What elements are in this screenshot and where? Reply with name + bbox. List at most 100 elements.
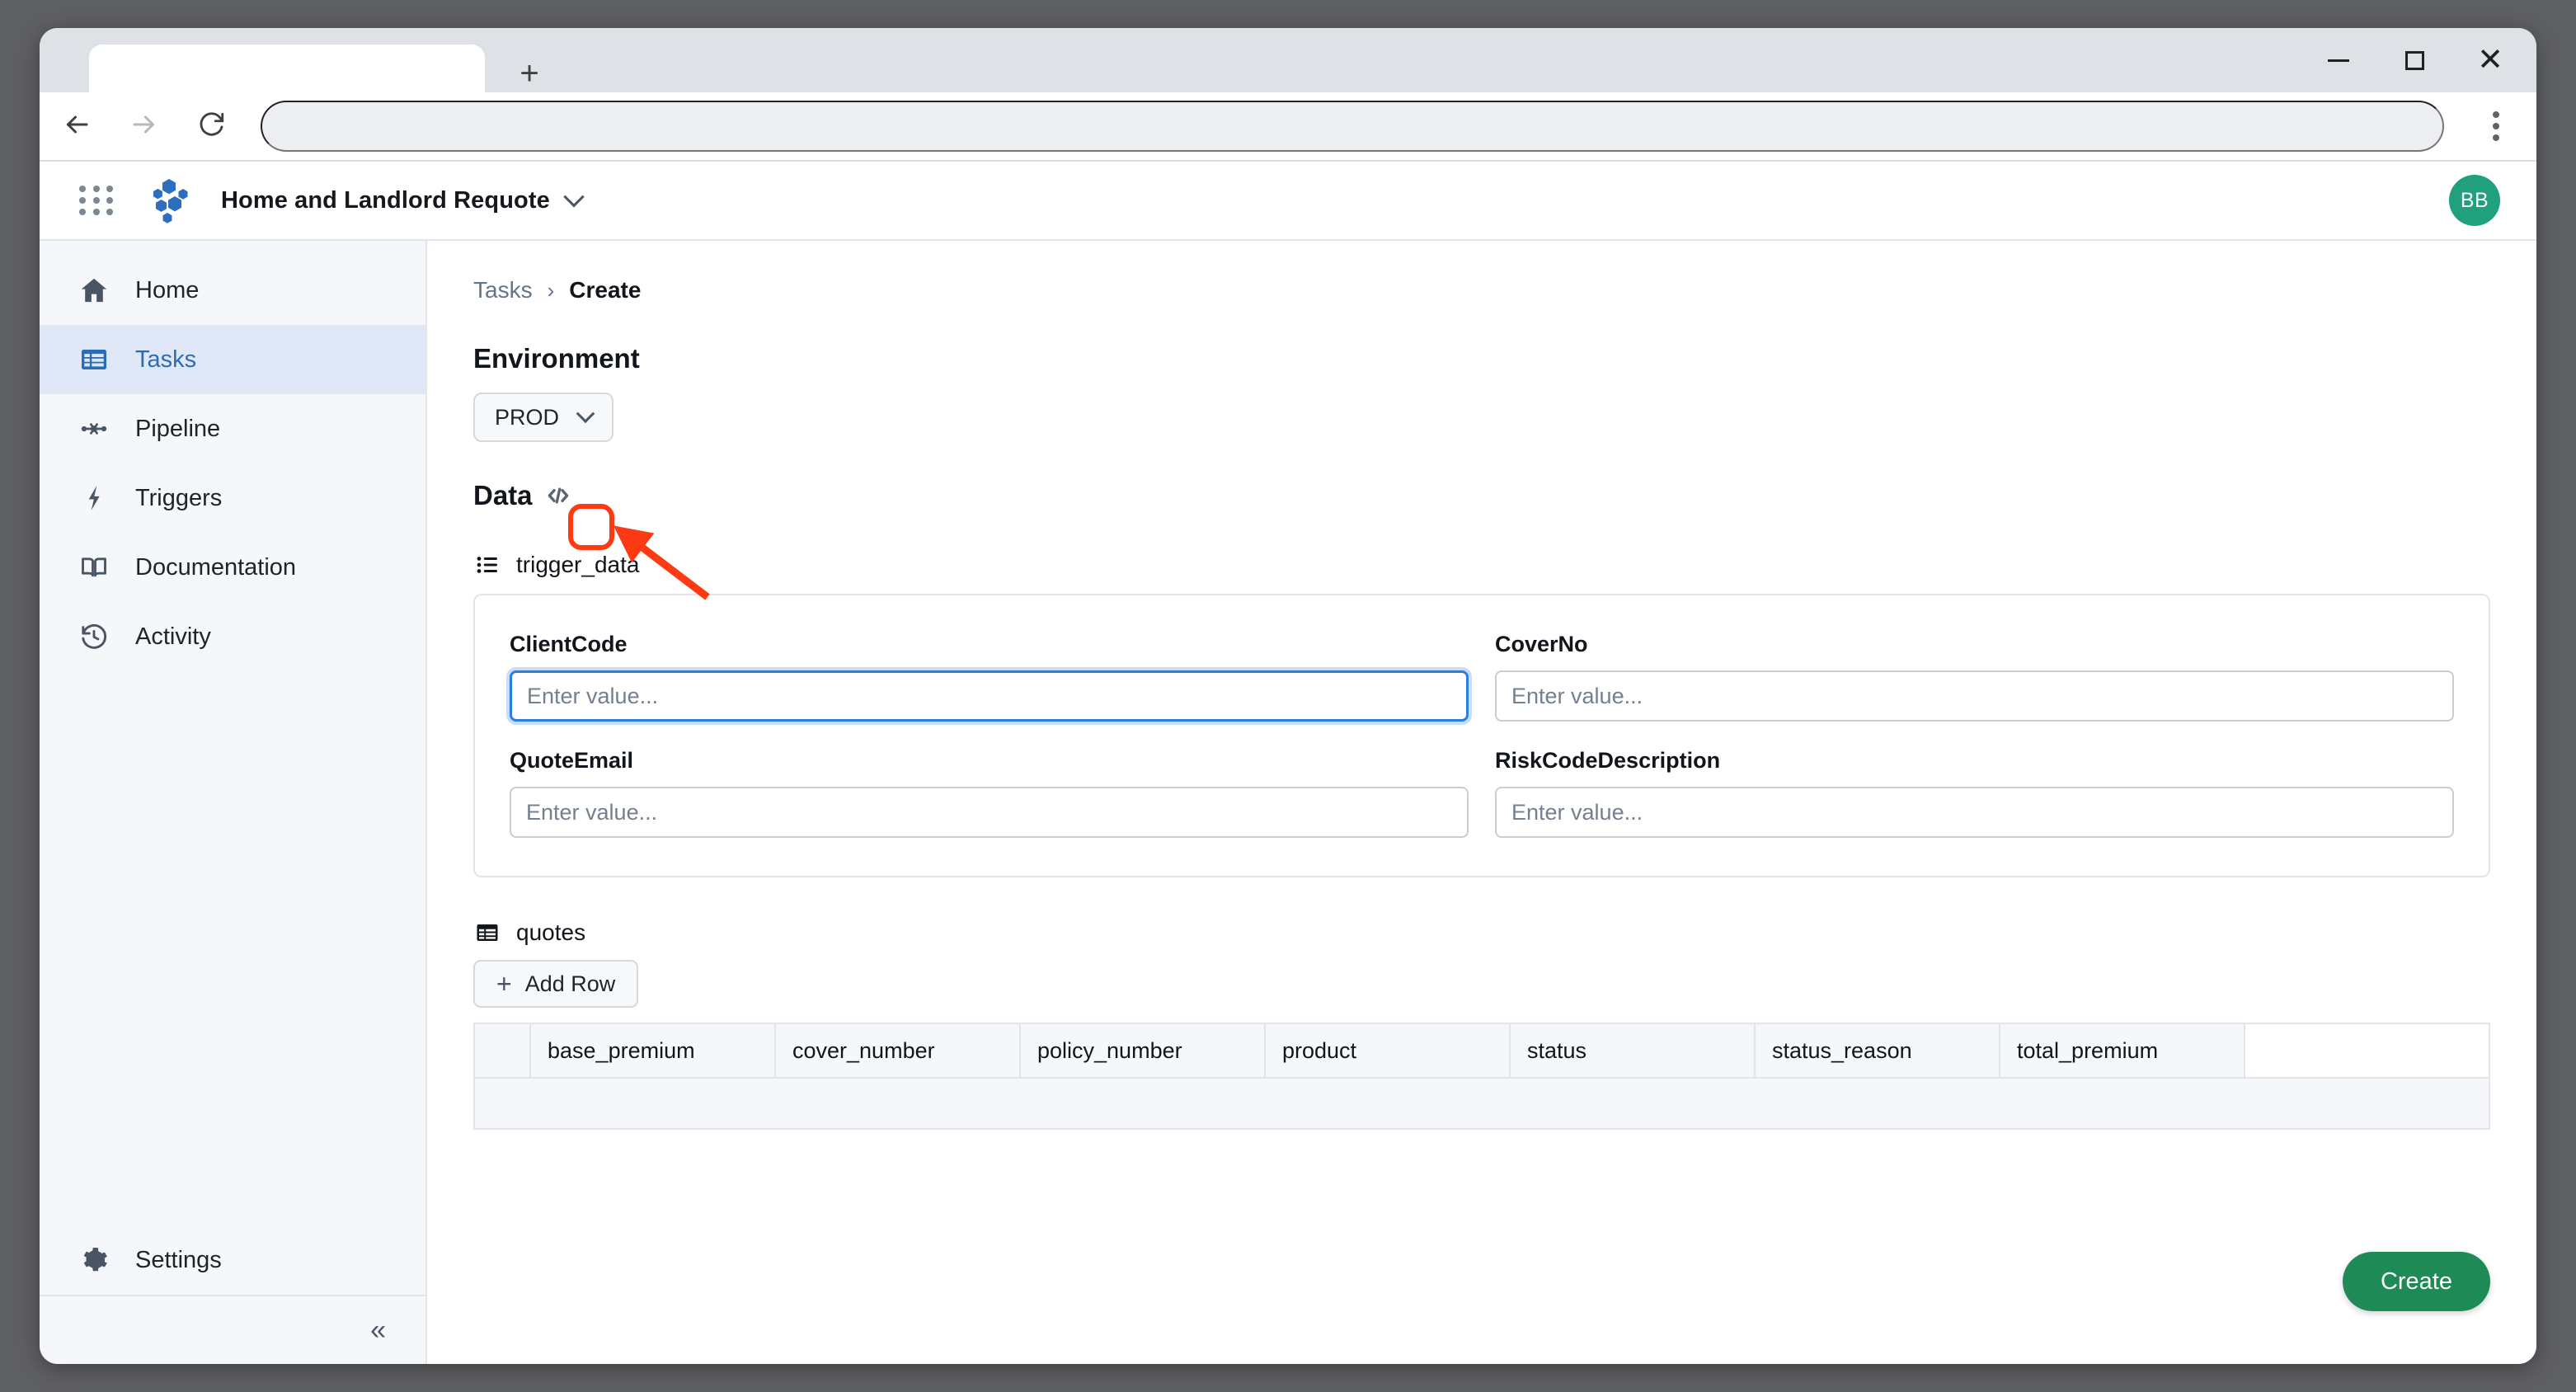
sidebar-item-label: Documentation xyxy=(135,554,296,581)
sidebar-item-label: Tasks xyxy=(135,346,196,374)
url-input[interactable] xyxy=(261,101,2444,152)
sidebar-item-tasks[interactable]: Tasks xyxy=(40,325,425,394)
workspace-name: Home and Landlord Requote xyxy=(221,187,550,214)
environment-dropdown[interactable]: PROD xyxy=(473,393,613,442)
kebab-menu-icon xyxy=(2493,111,2499,141)
history-clock-icon xyxy=(78,620,110,653)
trigger-data-field-grid: ClientCode CoverNo QuoteEmail Ri xyxy=(510,632,2454,838)
book-icon xyxy=(78,551,110,584)
avatar[interactable]: BB xyxy=(2449,175,2500,226)
browser-window: + ✕ xyxy=(40,28,2536,1364)
environment-selected-value: PROD xyxy=(495,405,559,430)
sidebar-item-label: Pipeline xyxy=(135,416,220,443)
sidebar-item-label: Home xyxy=(135,277,199,304)
add-row-label: Add Row xyxy=(525,971,616,997)
clientcode-input[interactable] xyxy=(510,670,1469,722)
list-icon xyxy=(473,551,501,579)
coverno-input[interactable] xyxy=(1495,670,2454,722)
row-control-header xyxy=(474,1023,530,1078)
add-row-button[interactable]: + Add Row xyxy=(473,960,638,1008)
field-label: CoverNo xyxy=(1495,632,2454,657)
sidebar-item-pipeline[interactable]: Pipeline xyxy=(40,394,425,463)
sidebar-item-label: Settings xyxy=(135,1247,222,1274)
hexagon-cluster-logo xyxy=(147,177,193,223)
lightning-bolt-icon xyxy=(78,482,110,515)
chevron-double-left-icon[interactable]: « xyxy=(370,1316,386,1344)
browser-menu-button[interactable] xyxy=(2464,96,2528,157)
sidebar: Home xyxy=(40,241,427,1364)
close-icon: ✕ xyxy=(2477,45,2503,76)
field-label: QuoteEmail xyxy=(510,748,1469,774)
maximize-icon xyxy=(2405,51,2424,70)
forward-button[interactable] xyxy=(114,96,175,157)
quotes-table-head: base_premium cover_number policy_number … xyxy=(474,1023,2489,1078)
apps-grid-icon[interactable] xyxy=(79,182,115,219)
workspace-switcher[interactable]: Home and Landlord Requote xyxy=(221,187,581,214)
browser-tabstrip: + ✕ xyxy=(40,28,2536,92)
column-header-filler xyxy=(2245,1023,2489,1078)
column-header-base-premium[interactable]: base_premium xyxy=(530,1023,775,1078)
back-button[interactable] xyxy=(46,96,107,157)
reload-icon xyxy=(198,111,226,143)
chevron-down-icon xyxy=(563,186,584,207)
plus-icon: + xyxy=(496,971,512,997)
sidebar-nav: Home xyxy=(40,241,425,671)
window-minimize-button[interactable] xyxy=(2301,28,2376,92)
avatar-initials: BB xyxy=(2461,189,2489,213)
app-body: Home xyxy=(40,241,2536,1364)
sidebar-item-activity[interactable]: Activity xyxy=(40,602,425,671)
app-header: Home and Landlord Requote BB xyxy=(40,162,2536,241)
table-row xyxy=(474,1078,2489,1129)
table-grid-icon xyxy=(473,919,501,947)
create-button[interactable]: Create xyxy=(2343,1252,2490,1311)
column-header-cover-number[interactable]: cover_number xyxy=(775,1023,1020,1078)
riskcodedescription-input[interactable] xyxy=(1495,787,2454,838)
field-coverno: CoverNo xyxy=(1495,632,2454,722)
column-header-status-reason[interactable]: status_reason xyxy=(1755,1023,2000,1078)
quotes-group-label: quotes xyxy=(516,919,585,946)
breadcrumb-link-tasks[interactable]: Tasks xyxy=(473,277,533,303)
sidebar-item-label: Activity xyxy=(135,623,211,651)
code-brackets-icon[interactable] xyxy=(541,478,576,513)
trigger-data-group-header: trigger_data xyxy=(473,551,2490,579)
window-close-button[interactable]: ✕ xyxy=(2452,28,2528,92)
pipeline-icon xyxy=(78,412,110,445)
trigger-data-group-label: trigger_data xyxy=(516,552,639,578)
field-clientcode: ClientCode xyxy=(510,632,1469,722)
reload-button[interactable] xyxy=(181,96,242,157)
back-arrow-icon xyxy=(62,110,92,143)
breadcrumb-current: Create xyxy=(569,277,641,303)
column-header-total-premium[interactable]: total_premium xyxy=(2000,1023,2245,1078)
column-header-status[interactable]: status xyxy=(1510,1023,1755,1078)
window-controls: ✕ xyxy=(2301,28,2528,92)
column-header-product[interactable]: product xyxy=(1265,1023,1510,1078)
quoteemail-input[interactable] xyxy=(510,787,1469,838)
field-quoteemail: QuoteEmail xyxy=(510,748,1469,838)
column-header-policy-number[interactable]: policy_number xyxy=(1020,1023,1265,1078)
sidebar-item-settings[interactable]: Settings xyxy=(40,1225,425,1295)
sidebar-item-documentation[interactable]: Documentation xyxy=(40,533,425,602)
forward-arrow-icon xyxy=(129,110,159,143)
minimize-icon xyxy=(2328,59,2349,62)
window-maximize-button[interactable] xyxy=(2376,28,2452,92)
new-tab-button[interactable]: + xyxy=(505,49,553,97)
field-label: ClientCode xyxy=(510,632,1469,657)
sidebar-footer: Settings « xyxy=(40,1225,425,1364)
table-icon xyxy=(78,343,110,376)
sidebar-item-label: Triggers xyxy=(135,485,222,512)
breadcrumb-separator-icon: › xyxy=(548,278,555,303)
quotes-group-header: quotes xyxy=(473,919,2490,947)
home-icon xyxy=(78,274,110,307)
sidebar-item-triggers[interactable]: Triggers xyxy=(40,463,425,533)
breadcrumb: Tasks › Create xyxy=(473,277,2490,303)
browser-toolbar xyxy=(40,92,2536,162)
sidebar-item-home[interactable]: Home xyxy=(40,256,425,325)
plus-icon: + xyxy=(519,57,538,90)
quotes-table-header-row: base_premium cover_number policy_number … xyxy=(474,1023,2489,1078)
empty-row-cell xyxy=(474,1078,2489,1129)
chevron-down-icon xyxy=(576,404,595,423)
field-label: RiskCodeDescription xyxy=(1495,748,2454,774)
environment-title: Environment xyxy=(473,343,2490,374)
sidebar-collapse-bar: « xyxy=(40,1295,425,1364)
desktop-background: + ✕ xyxy=(0,0,2576,1392)
